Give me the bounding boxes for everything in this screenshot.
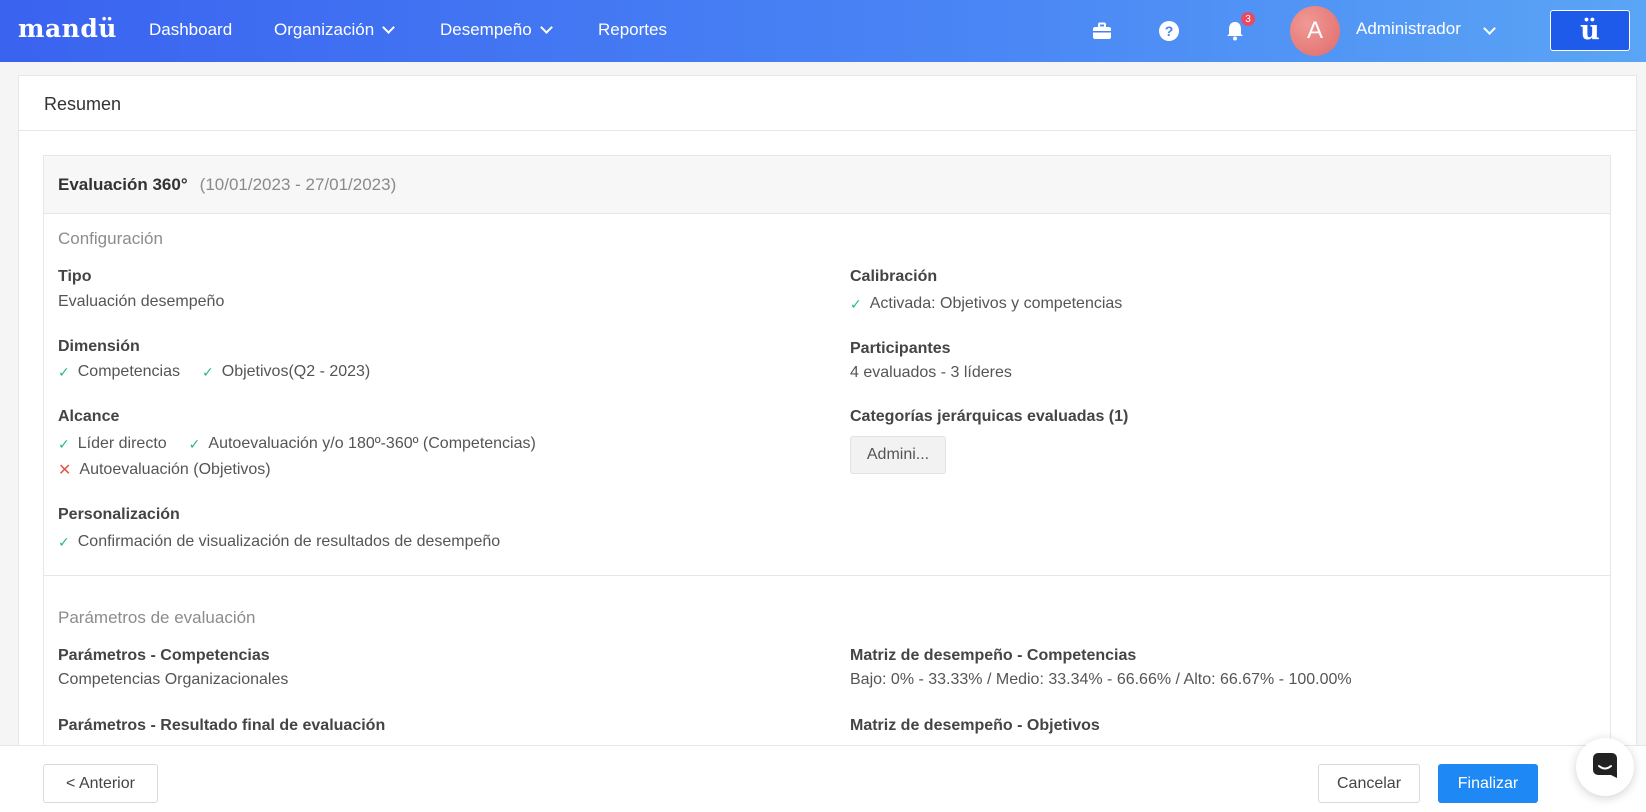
alcance-list: ✓ Líder directo ✓ Autoevaluación y/o 180…: [58, 435, 536, 453]
parametros-competencias-value: Competencias Organizacionales: [58, 671, 289, 688]
chat-icon: [1591, 751, 1619, 784]
nav-desempeno-label: Desempeño: [440, 20, 532, 39]
chat-support-button[interactable]: [1576, 738, 1634, 796]
alcance-item: Líder directo: [77, 435, 167, 452]
avatar-initial: A: [1306, 17, 1323, 44]
notification-count-badge: 3: [1241, 12, 1255, 26]
check-icon: ✓: [58, 533, 70, 550]
briefcase-icon[interactable]: [1090, 19, 1114, 43]
evaluation-summary-panel: Evaluación 360° (10/01/2023 - 27/01/2023…: [43, 155, 1611, 775]
nav-organizacion[interactable]: Organización: [274, 20, 396, 40]
alcance-label: Alcance: [58, 408, 120, 425]
finish-button[interactable]: Finalizar: [1438, 764, 1538, 803]
divider: [19, 130, 1636, 131]
evaluation-dates: (10/01/2023 - 27/01/2023): [199, 174, 397, 194]
categoria-chip[interactable]: Admini...: [850, 436, 946, 474]
footer-bar: < Anterior Cancelar Finalizar: [0, 745, 1646, 812]
user-menu-name[interactable]: Administrador: [1356, 19, 1461, 39]
alcance-item: Autoevaluación y/o 180º-360º (Competenci…: [208, 435, 536, 452]
brand-app-button[interactable]: ü: [1550, 10, 1630, 51]
check-icon: ✓: [202, 363, 214, 380]
dimension-list: ✓ Competencias ✓ Objetivos(Q2 - 2023): [58, 363, 370, 381]
calibracion-row: ✓ Activada: Objetivos y competencias: [850, 295, 1122, 313]
svg-text:?: ?: [1165, 23, 1174, 39]
notifications-bell-icon[interactable]: 3: [1223, 12, 1255, 43]
parametros-competencias-label: Parámetros - Competencias: [58, 647, 270, 664]
chevron-down-icon[interactable]: [1483, 22, 1496, 35]
page-title: Resumen: [44, 94, 122, 114]
brand-button-label: ü: [1580, 15, 1600, 46]
nav-organizacion-label: Organización: [274, 20, 375, 39]
close-icon: ✕: [58, 462, 72, 479]
categorias-label: Categorías jerárquicas evaluadas (1): [850, 408, 1129, 425]
alcance-excluded-item: Autoevaluación (Objetivos): [79, 461, 271, 478]
dimension-item: Objetivos(Q2 - 2023): [221, 363, 371, 380]
configuracion-section-title: Configuración: [58, 229, 163, 248]
personalizacion-label: Personalización: [58, 506, 180, 523]
check-icon: ✓: [188, 435, 201, 452]
matriz-competencias-value: Bajo: 0% - 33.33% / Medio: 33.34% - 66.6…: [850, 671, 1352, 688]
previous-button[interactable]: < Anterior: [43, 764, 158, 803]
chevron-down-icon: [539, 21, 553, 34]
check-icon: ✓: [58, 363, 70, 380]
nav-desempeno[interactable]: Desempeño: [440, 20, 553, 40]
parametros-section-title: Parámetros de evaluación: [58, 608, 256, 627]
top-navbar: mandü Dashboard Organización Desempeño R…: [0, 0, 1646, 62]
participantes-value: 4 evaluados - 3 líderes: [850, 364, 1012, 381]
calibracion-label: Calibración: [850, 268, 938, 285]
nav-reportes-label: Reportes: [598, 20, 667, 39]
matriz-competencias-label: Matriz de desempeño - Competencias: [850, 647, 1137, 664]
mandu-logo[interactable]: mandü: [18, 14, 117, 43]
personalizacion-item: Confirmación de visualización de resulta…: [77, 533, 501, 550]
dimension-label: Dimensión: [58, 338, 140, 355]
parametros-resultado-label: Parámetros - Resultado final de evaluaci…: [58, 717, 386, 734]
help-icon[interactable]: ?: [1157, 19, 1181, 43]
avatar[interactable]: A: [1290, 6, 1340, 56]
participantes-label: Participantes: [850, 340, 951, 357]
matriz-objetivos-label: Matriz de desempeño - Objetivos: [850, 717, 1100, 734]
calibracion-value: Activada: Objetivos y competencias: [869, 295, 1123, 312]
tipo-value: Evaluación desempeño: [58, 293, 225, 310]
summary-card: Resumen Evaluación 360° (10/01/2023 - 27…: [18, 75, 1637, 775]
cancel-button[interactable]: Cancelar: [1318, 764, 1420, 803]
check-icon: ✓: [58, 435, 70, 452]
evaluation-header: Evaluación 360° (10/01/2023 - 27/01/2023…: [44, 156, 1610, 214]
evaluation-name: Evaluación 360°: [58, 174, 188, 194]
alcance-excluded-row: ✕ Autoevaluación (Objetivos): [58, 460, 271, 480]
chevron-down-icon: [382, 21, 396, 34]
nav-reportes[interactable]: Reportes: [598, 20, 667, 40]
section-divider: [44, 575, 1610, 576]
dimension-item: Competencias: [77, 363, 181, 380]
personalizacion-row: ✓ Confirmación de visualización de resul…: [58, 533, 500, 551]
nav-dashboard-label: Dashboard: [149, 20, 233, 39]
nav-dashboard[interactable]: Dashboard: [149, 20, 232, 40]
tipo-label: Tipo: [58, 268, 92, 285]
check-icon: ✓: [850, 295, 862, 312]
